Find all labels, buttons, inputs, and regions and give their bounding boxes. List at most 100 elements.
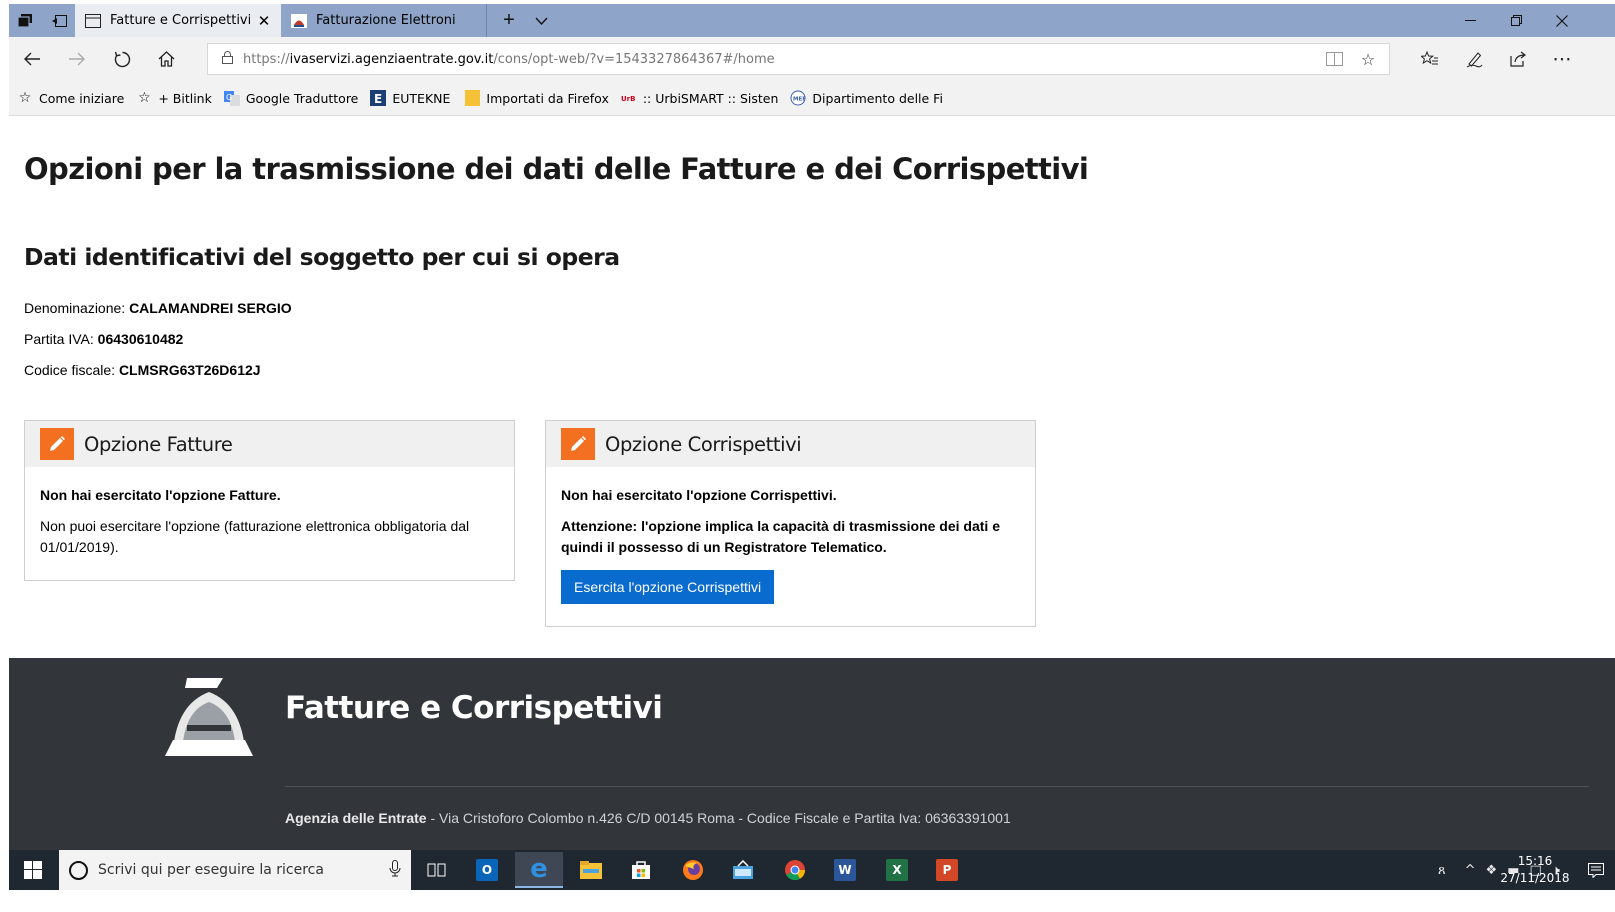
favorite-bitlink[interactable]: ☆ + Bitlink [136, 90, 212, 106]
firefox-icon [683, 860, 703, 880]
browser-navigation-bar: https:// ivaservizi.agenziaentrate.gov.i… [9, 37, 1615, 81]
control-panel-icon [733, 860, 753, 879]
web-note-pen-icon[interactable] [1457, 43, 1491, 75]
share-icon[interactable] [1501, 43, 1535, 75]
show-hidden-icons-chevron-icon[interactable]: ^ [1465, 863, 1476, 878]
address-bar[interactable]: https:// ivaservizi.agenziaentrate.gov.i… [207, 43, 1390, 75]
svg-text:G: G [226, 93, 232, 102]
edit-pencil-icon [561, 428, 595, 460]
favorite-come-iniziare[interactable]: ☆ Come iniziare [17, 90, 125, 106]
footer-address-text: - Via Cristoforo Colombo n.426 C/D 00145… [426, 810, 1011, 826]
taskbar-file-explorer[interactable] [567, 852, 615, 888]
add-favorite-star-icon[interactable]: ☆ [1351, 44, 1385, 74]
store-bag-icon [632, 861, 650, 879]
cortana-icon [69, 860, 88, 880]
set-tabs-aside-icon[interactable] [43, 4, 75, 37]
forward-button[interactable] [59, 43, 93, 75]
taskbar-chrome[interactable] [771, 852, 819, 888]
url-protocol: https:// [243, 51, 290, 67]
agenzia-entrate-icon [291, 13, 307, 28]
excel-icon: X [886, 859, 908, 881]
browser-tab-bar: Fatture e Corrispettivi- ( ✕ Fatturazion… [9, 4, 1615, 37]
tab-fatture-corrispettivi[interactable]: Fatture e Corrispettivi- ( ✕ [75, 4, 281, 37]
favorite-label: Dipartimento delle Fi [812, 90, 943, 106]
section-title: Dati identificativi del soggetto per cui… [24, 243, 620, 271]
taskbar-clock[interactable]: 15:16 27/11/2018 [1497, 853, 1573, 887]
new-tab-icon: + [503, 9, 515, 31]
star-icon: ☆ [138, 90, 151, 106]
more-options-icon[interactable]: ⋯ [1545, 43, 1579, 75]
taskbar-firefox[interactable] [669, 852, 717, 888]
favorites-list-icon[interactable] [1413, 43, 1447, 75]
footer-title: Fatture e Corrispettivi [285, 690, 663, 726]
tab-preview-chevron-icon[interactable] [525, 4, 557, 37]
clock-time: 15:16 [1517, 854, 1553, 868]
taskbar-edge[interactable]: e [515, 852, 563, 888]
partita-iva-row: Partita IVA: 06430610482 [24, 331, 183, 347]
taskbar-powerpoint[interactable]: P [923, 852, 971, 888]
folder-icon [464, 90, 480, 106]
restore-button[interactable] [1493, 4, 1539, 37]
chrome-icon [785, 860, 806, 881]
edge-icon: e [530, 854, 548, 884]
tab-label: Fatture e Corrispettivi- ( [110, 13, 250, 28]
agenzia-entrate-logo [165, 678, 253, 756]
tab-label: Fatturazione Elettronica - Es [316, 13, 456, 28]
new-tab-button[interactable]: + [493, 4, 525, 37]
taskbar-word[interactable]: W [821, 852, 869, 888]
refresh-button[interactable] [105, 43, 139, 75]
favorites-bar: ☆ Come iniziare ☆ + Bitlink G Google Tra… [9, 81, 1615, 116]
back-button[interactable] [15, 43, 49, 75]
reading-view-icon[interactable] [1317, 44, 1351, 74]
favorite-label: + Bitlink [158, 90, 212, 106]
favorite-label: Google Traduttore [245, 90, 359, 106]
minimize-button[interactable] [1447, 4, 1493, 37]
card-header: Opzione Fatture [25, 421, 514, 467]
taskbar-store[interactable] [617, 852, 665, 888]
task-view-button[interactable] [413, 852, 461, 888]
clock-date: 27/11/2018 [1500, 871, 1570, 885]
favorite-importati-da-firefox[interactable]: Importati da Firefox [464, 90, 609, 106]
denominazione-row: Denominazione: CALAMANDREI SERGIO [24, 300, 292, 316]
esercita-opzione-corrispettivi-button[interactable]: Esercita l'opzione Corrispettivi [561, 570, 775, 604]
urbismart-icon: UrB [621, 90, 637, 106]
favorite-eutekne[interactable]: E EUTEKNE [370, 90, 450, 106]
fatture-note-text: Non puoi esercitare l'opzione (fatturazi… [40, 518, 470, 555]
home-button[interactable] [149, 43, 183, 75]
eutekne-icon: E [370, 90, 387, 106]
card-title: Opzione Corrispettivi [605, 432, 802, 456]
favorite-label: Importati da Firefox [486, 90, 609, 106]
edit-pencil-icon [40, 428, 74, 460]
fatture-status-text: Non hai esercitato l'opzione Fatture. [40, 487, 281, 503]
partita-iva-label: Partita IVA: [24, 331, 94, 347]
codice-fiscale-row: Codice fiscale: CLMSRG63T26D612J [24, 362, 261, 378]
taskbar-excel[interactable]: X [873, 852, 921, 888]
footer-address: Agenzia delle Entrate - Via Cristoforo C… [285, 810, 1011, 826]
favorite-dipartimento-finanze[interactable]: MEF Dipartimento delle Fi [790, 90, 943, 106]
tab-actions-icon[interactable] [9, 4, 41, 37]
taskbar-control-panel[interactable] [719, 852, 767, 888]
taskbar-outlook[interactable]: O [463, 852, 511, 888]
card-header: Opzione Corrispettivi [546, 421, 1035, 467]
opzione-corrispettivi-card: Opzione Corrispettivi Non hai esercitato… [545, 420, 1036, 627]
windows-taskbar: Scrivi qui per eseguire la ricerca O e W… [9, 850, 1615, 890]
microphone-icon[interactable] [389, 859, 401, 881]
people-icon[interactable]: ጸ [1438, 863, 1446, 878]
favorite-label: :: UrbiSMART :: Sisten [642, 90, 779, 106]
favorite-google-traduttore[interactable]: G Google Traduttore [223, 90, 359, 106]
close-window-button[interactable] [1539, 4, 1585, 37]
favorite-label: EUTEKNE [392, 90, 451, 106]
taskbar-search-input[interactable]: Scrivi qui per eseguire la ricerca [59, 850, 411, 890]
tab-fatturazione-elettronica[interactable]: Fatturazione Elettronica - Es [281, 4, 487, 37]
windows-start-button[interactable] [9, 850, 57, 890]
corrispettivi-status-text: Non hai esercitato l'opzione Corrispetti… [561, 487, 837, 503]
footer-agency-name: Agenzia delle Entrate [285, 810, 427, 826]
favorite-urbismart[interactable]: UrB :: UrbiSMART :: Sisten [621, 90, 779, 106]
dropbox-icon[interactable]: ❖ [1486, 863, 1498, 878]
card-body: Non hai esercitato l'opzione Fatture. No… [25, 467, 514, 578]
close-tab-icon[interactable]: ✕ [254, 12, 274, 30]
corrispettivi-warning-text: Attenzione: l'opzione implica la capacit… [561, 518, 1000, 555]
search-placeholder: Scrivi qui per eseguire la ricerca [98, 862, 324, 878]
svg-text:E: E [374, 92, 382, 106]
action-center-icon[interactable] [1577, 850, 1615, 890]
